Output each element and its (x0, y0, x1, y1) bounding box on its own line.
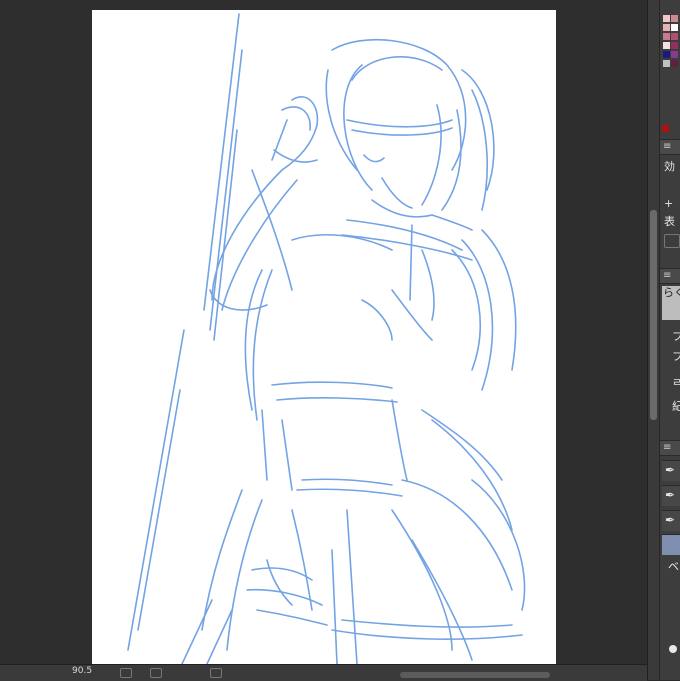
layer-name: らくが (663, 286, 680, 299)
color-swatch[interactable] (671, 51, 678, 58)
sub-tool-panel-header[interactable]: ≡ (660, 139, 680, 155)
color-swatch[interactable] (671, 60, 678, 67)
zoom-in-button[interactable] (150, 668, 162, 678)
color-swatch[interactable] (671, 15, 678, 22)
color-swatch[interactable] (671, 42, 678, 49)
drawing-canvas[interactable] (92, 10, 556, 664)
color-swatch[interactable] (663, 42, 670, 49)
brush-item-selected[interactable] (662, 534, 680, 555)
brush-size-tick: ベ (668, 560, 679, 573)
brush-menu-icon[interactable]: ≡ (663, 442, 671, 454)
brush-item[interactable]: ✒ (662, 510, 680, 531)
layer-menu-icon[interactable]: ≡ (663, 270, 671, 282)
color-swatch[interactable] (663, 24, 670, 31)
color-swatch[interactable] (663, 51, 670, 58)
color-swatch[interactable] (663, 33, 670, 40)
pen-nib-icon: ✒ (665, 463, 676, 477)
color-swatch[interactable] (663, 60, 670, 67)
layer-row-selected[interactable]: らくが (662, 286, 680, 320)
layer-row-label: ㄹ (672, 376, 680, 389)
horizontal-scroll-thumb[interactable] (400, 672, 550, 678)
display-label: 表 (664, 215, 675, 228)
status-bar: 90.5 (0, 664, 647, 681)
current-color-chip[interactable] (662, 125, 669, 132)
panel-menu-icon[interactable]: ≡ (663, 141, 671, 153)
brush-item[interactable]: ✒ (662, 485, 680, 506)
layer-panel-header[interactable]: ≡ (660, 268, 680, 284)
sketch-layer (127, 13, 526, 664)
layer-row-label: フ (672, 330, 680, 343)
zoom-level[interactable]: 90.5 (72, 666, 92, 676)
color-swatch[interactable] (671, 33, 678, 40)
property-slider[interactable] (664, 234, 680, 248)
brush-panel-header[interactable]: ≡ (660, 440, 680, 456)
add-icon[interactable]: + (664, 197, 673, 210)
effect-label: 効 (664, 160, 675, 173)
right-side-panel: ≡ 効 + 表 ≡ らくが フ フ ㄹ 紀 ≡ ✒ ✒ ✒ ベ (659, 0, 680, 680)
color-swatch[interactable] (663, 15, 670, 22)
layer-row-label: 紀 (672, 400, 680, 413)
zoom-out-button[interactable] (120, 668, 132, 678)
layer-row-label: フ (672, 350, 680, 363)
color-swatch[interactable] (671, 24, 678, 31)
pen-nib-icon: ✒ (665, 513, 676, 527)
brush-preview-dot (669, 645, 677, 653)
pen-nib-icon: ✒ (665, 488, 676, 502)
canvas-workspace[interactable] (0, 0, 647, 680)
vertical-scroll-thumb[interactable] (650, 210, 657, 420)
rotate-button[interactable] (210, 668, 222, 678)
brush-item[interactable]: ✒ (662, 460, 680, 481)
